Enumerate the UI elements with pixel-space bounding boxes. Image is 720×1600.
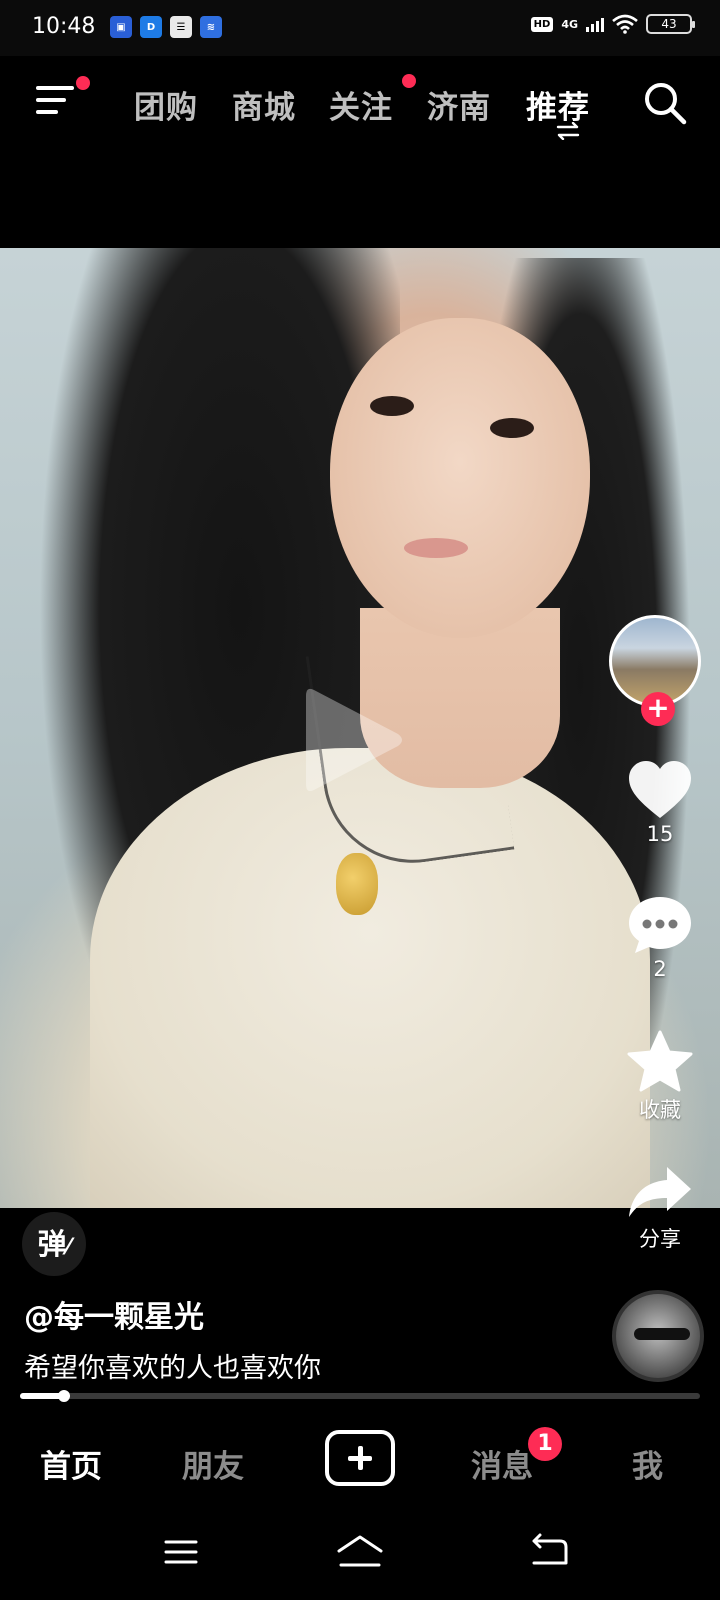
- heart-icon: [629, 761, 691, 818]
- author-name[interactable]: @每一颗星光: [24, 1292, 204, 1336]
- like-button[interactable]: 15: [620, 760, 700, 846]
- video-content: [370, 396, 414, 416]
- menu-notification-dot: [76, 76, 90, 90]
- notification-app-icon: D: [140, 16, 162, 38]
- tab-mall[interactable]: 商城: [232, 82, 296, 127]
- danmaku-button[interactable]: 弹⁄: [22, 1212, 86, 1276]
- swap-icon[interactable]: [555, 122, 581, 140]
- video-content: [404, 538, 468, 558]
- tab-recommend[interactable]: 推荐: [526, 82, 590, 127]
- back-icon[interactable]: [524, 1527, 574, 1577]
- notification-app-icon: ▣: [110, 16, 132, 38]
- like-count: 15: [646, 822, 674, 846]
- tab-me[interactable]: 我: [632, 1441, 663, 1486]
- status-indicators: HD 4G 43: [530, 14, 695, 34]
- battery-icon: 43: [646, 14, 695, 34]
- star-icon: [627, 1030, 693, 1092]
- share-icon: [629, 1167, 691, 1217]
- home-icon[interactable]: [335, 1527, 385, 1577]
- status-bar: 10:48 ▣ D ☰ ≋ HD 4G 43: [0, 0, 720, 56]
- status-time: 10:48: [32, 14, 96, 39]
- progress-handle[interactable]: [58, 1390, 71, 1402]
- favorite-button[interactable]: 收藏: [620, 1030, 700, 1124]
- video-content: [330, 318, 590, 638]
- system-nav-bar: [0, 1505, 720, 1600]
- video-caption[interactable]: 希望你喜欢的人也喜欢你: [24, 1346, 321, 1385]
- tab-following[interactable]: 关注: [329, 82, 393, 127]
- video-content: [336, 853, 378, 915]
- video-content: [490, 418, 534, 438]
- top-nav: 团购 商城 关注 济南 推荐: [0, 56, 720, 146]
- favorite-label: 收藏: [639, 1098, 681, 1122]
- comment-icon: [629, 897, 691, 953]
- tab-local[interactable]: 济南: [427, 82, 491, 127]
- tab-group-buy[interactable]: 团购: [134, 82, 198, 127]
- bottom-tab-bar: 首页 朋友 消息 1 我: [0, 1415, 720, 1505]
- status-app-icons: ▣ D ☰ ≋: [110, 16, 222, 38]
- video-progress-bar[interactable]: [20, 1390, 700, 1402]
- notification-app-icon: ≋: [200, 16, 222, 38]
- messages-badge: 1: [528, 1427, 562, 1461]
- network-type: 4G: [561, 17, 578, 31]
- search-icon[interactable]: [642, 80, 688, 126]
- comment-button[interactable]: 2: [620, 895, 700, 981]
- tab-messages[interactable]: 消息: [471, 1441, 533, 1486]
- music-disc[interactable]: [612, 1290, 704, 1382]
- notification-app-icon: ☰: [170, 16, 192, 38]
- recent-apps-icon[interactable]: [156, 1527, 206, 1577]
- hd-badge: HD: [530, 16, 554, 32]
- menu-icon[interactable]: [36, 86, 74, 118]
- danmaku-label: 弹: [37, 1227, 67, 1261]
- share-button[interactable]: 分享: [620, 1165, 700, 1253]
- share-label: 分享: [639, 1227, 681, 1251]
- signal-icon: [586, 16, 604, 32]
- create-post-button[interactable]: [325, 1430, 395, 1486]
- tab-friends[interactable]: 朋友: [182, 1441, 244, 1486]
- comment-count: 2: [653, 957, 667, 981]
- wifi-icon: [612, 14, 638, 34]
- play-icon[interactable]: [300, 680, 410, 800]
- following-notification-dot: [402, 74, 416, 88]
- follow-button[interactable]: +: [641, 692, 675, 726]
- tab-home[interactable]: 首页: [40, 1441, 102, 1486]
